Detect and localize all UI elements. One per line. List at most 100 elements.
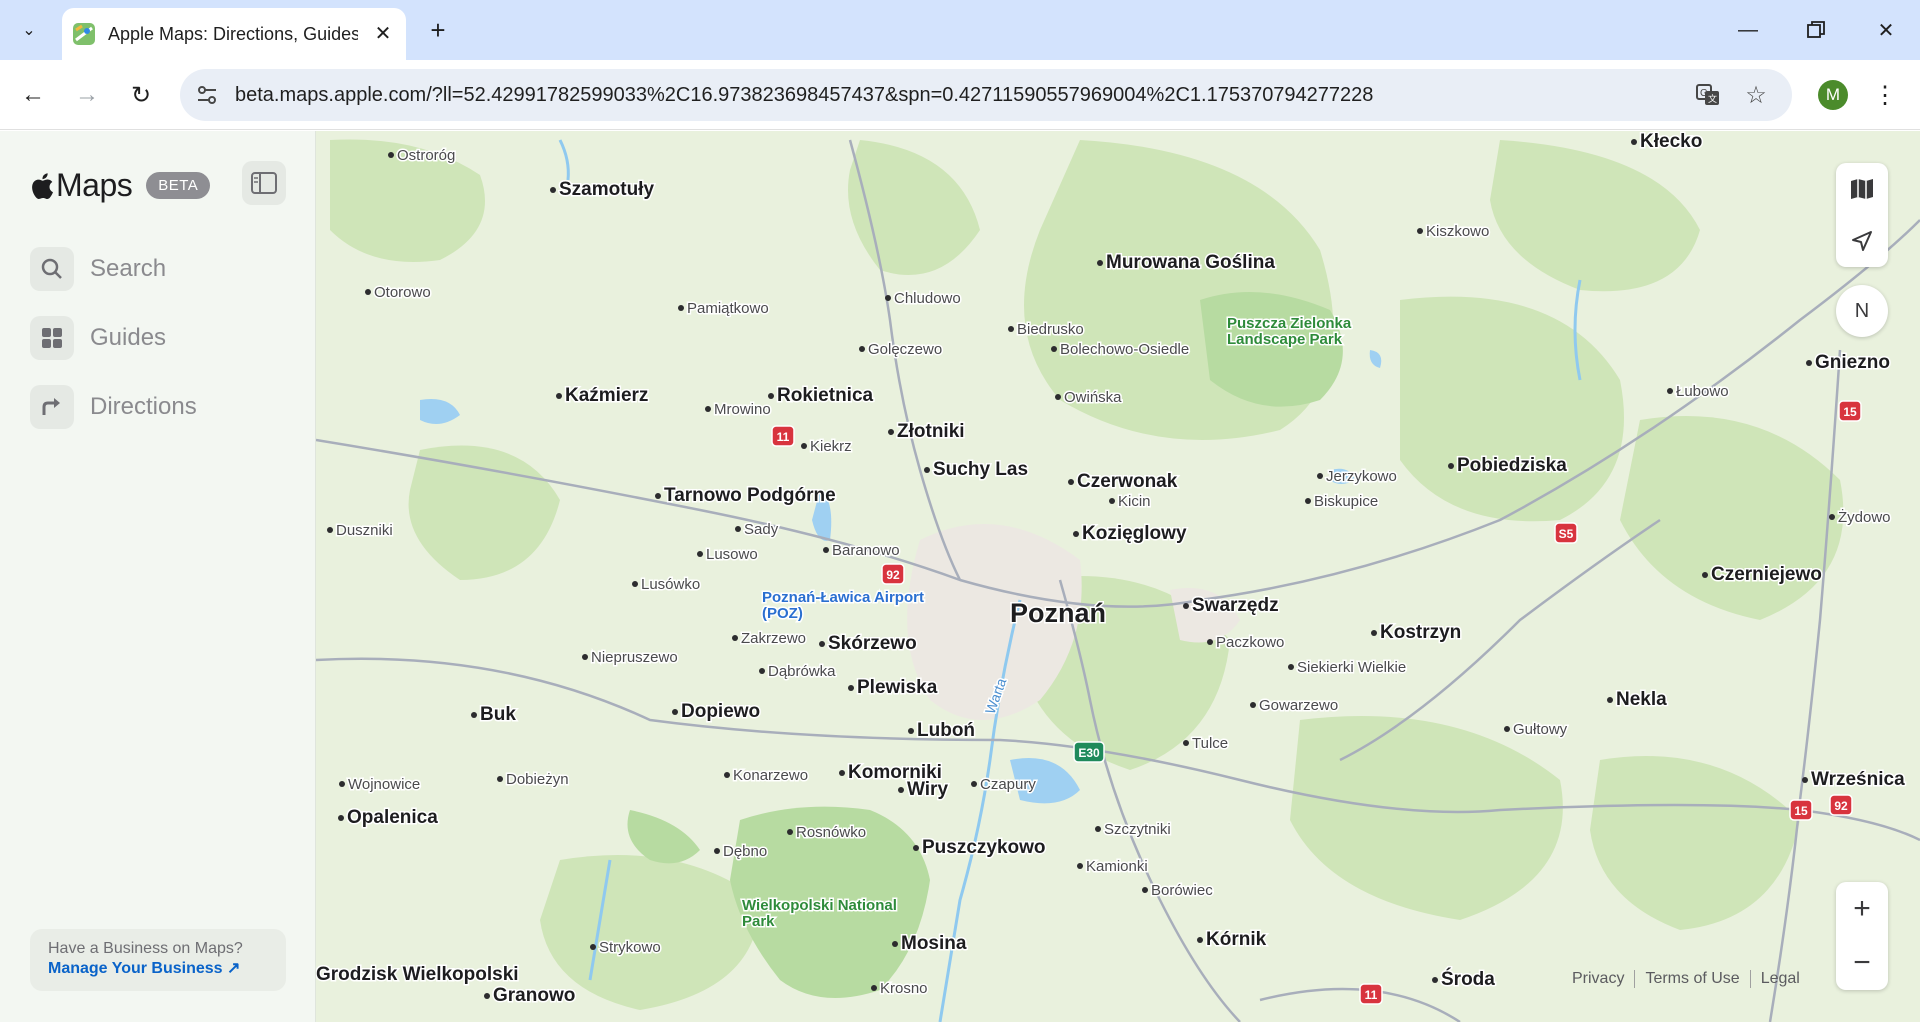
place-label[interactable]: Lusówko [632, 575, 702, 595]
place-label[interactable]: Łubowo [1667, 382, 1730, 402]
place-label[interactable]: Kamionki [1077, 857, 1149, 877]
place-label[interactable]: Dębno [714, 842, 769, 862]
sidebar-item-directions[interactable]: Directions [30, 383, 290, 431]
place-label[interactable]: Kostrzyn [1371, 621, 1463, 645]
place-label[interactable]: Rokietnica [768, 384, 875, 408]
close-tab-icon[interactable]: ✕ [370, 20, 396, 46]
place-label[interactable]: Szczytniki [1095, 820, 1172, 840]
place-label[interactable]: Pamiątkowo [678, 299, 770, 319]
restore-icon[interactable] [1796, 12, 1836, 48]
current-location-button[interactable] [1836, 215, 1888, 267]
compass-button[interactable]: N [1836, 285, 1888, 337]
place-label[interactable]: Skórzewo [819, 632, 918, 656]
map-mode-button[interactable] [1836, 163, 1888, 215]
place-label[interactable]: Kozięglowy [1073, 522, 1188, 546]
sidebar-item-search[interactable]: Search [30, 245, 290, 293]
place-label[interactable]: Puszczykowo [913, 836, 1047, 860]
place-label[interactable]: Nekla [1607, 688, 1669, 712]
place-label[interactable]: Suchy Las [924, 458, 1030, 482]
close-window-icon[interactable]: ✕ [1866, 12, 1906, 48]
place-label[interactable]: Dobieżyn [497, 770, 570, 790]
manage-business-link[interactable]: Manage Your Business ↗ [48, 959, 268, 979]
minimize-icon[interactable]: — [1728, 12, 1768, 48]
sidebar-toggle-button[interactable] [242, 161, 286, 205]
place-label[interactable]: Swarzędz [1183, 594, 1280, 618]
profile-avatar[interactable]: M [1818, 80, 1848, 110]
place-label[interactable]: Buk [471, 703, 518, 727]
place-label[interactable]: Kaźmierz [556, 384, 650, 408]
place-label[interactable]: Pobiedziska [1448, 454, 1569, 478]
place-label[interactable]: Bolechowo-Osiedle [1051, 340, 1191, 360]
browser-tab[interactable]: Apple Maps: Directions, Guides ✕ [62, 8, 406, 60]
place-label[interactable]: Puszcza ZielonkaLandscape Park [1226, 314, 1354, 350]
place-label[interactable]: Chludowo [885, 289, 962, 309]
place-label[interactable]: Siekierki Wielkie [1288, 658, 1408, 678]
place-label[interactable]: Czapury [971, 775, 1038, 795]
place-label[interactable]: Biskupice [1305, 492, 1380, 512]
place-label[interactable]: Jerzykowo [1317, 467, 1398, 487]
privacy-link[interactable]: Privacy [1562, 970, 1634, 988]
place-label[interactable]: Gowarzewo [1250, 696, 1340, 716]
place-label[interactable]: Wrześnica [1802, 768, 1907, 792]
map-canvas[interactable]: Ostroróg Szamotuły Otorowo Pamiątkowo Chludo… [316, 131, 1920, 1022]
translate-icon[interactable]: G文 [1694, 81, 1722, 109]
place-label[interactable]: Konarzewo [724, 766, 810, 786]
place-label[interactable]: Mosina [892, 932, 968, 956]
place-label[interactable]: Krosno [871, 979, 929, 999]
zoom-in-button[interactable]: + [1836, 882, 1888, 936]
place-label[interactable]: Poznań-Ławica Airport(POZ) [761, 588, 926, 624]
place-label[interactable]: Lusowo [697, 545, 759, 565]
sidebar-item-guides[interactable]: Guides [30, 314, 290, 362]
place-label[interactable]: Luboń [908, 719, 977, 743]
place-label[interactable]: Granowo [484, 984, 577, 1008]
place-label[interactable]: Kiekrz [801, 437, 853, 457]
terms-link[interactable]: Terms of Use [1634, 970, 1749, 988]
place-label[interactable]: Strykowo [590, 938, 662, 958]
place-label[interactable]: Paczkowo [1207, 633, 1286, 653]
map-svg[interactable]: Ostroróg Szamotuły Otorowo Pamiątkowo Chludo… [316, 131, 1920, 1022]
back-icon[interactable]: ← [14, 76, 52, 114]
tab-search-icon[interactable]: ⌄ [14, 15, 44, 45]
place-label[interactable]: Kiszkowo [1417, 222, 1491, 242]
address-bar[interactable]: beta.maps.apple.com/?ll=52.4299178259903… [180, 69, 1792, 121]
place-label[interactable]: Rosnówko [787, 823, 868, 843]
place-label[interactable]: Czerwonak [1068, 470, 1179, 494]
place-label[interactable]: Zakrzewo [732, 629, 808, 649]
place-label[interactable]: Niepruszewo [582, 648, 679, 668]
place-label[interactable]: Golęczewo [859, 340, 944, 360]
place-label[interactable]: Ostroróg [388, 146, 457, 166]
place-label[interactable]: Kórnik [1197, 928, 1268, 952]
bookmark-star-icon[interactable]: ☆ [1742, 81, 1770, 109]
business-promo-card[interactable]: Have a Business on Maps? Manage Your Bus… [30, 929, 286, 991]
place-label[interactable]: Dopiewo [672, 700, 762, 724]
place-label[interactable]: Opalenica [338, 806, 440, 830]
place-label[interactable]: Żydowo [1829, 507, 1892, 528]
place-label[interactable]: Kłecko [1631, 131, 1704, 154]
place-label[interactable]: Złotniki [888, 420, 966, 444]
place-label[interactable]: Sady [735, 520, 780, 540]
place-label[interactable]: Środa [1432, 967, 1497, 992]
maps-logo[interactable]: Maps BETA [30, 167, 211, 204]
place-label[interactable]: Baranowo [823, 541, 901, 561]
place-label[interactable]: Borówiec [1142, 881, 1215, 901]
place-label[interactable]: Gniezno [1806, 351, 1891, 375]
place-label[interactable]: Grodzisk Wielkopolski [316, 963, 520, 987]
new-tab-icon[interactable]: + [422, 14, 454, 46]
browser-menu-icon[interactable]: ⋮ [1870, 78, 1900, 112]
legal-link[interactable]: Legal [1749, 970, 1810, 988]
place-label[interactable]: Czerniejewo [1702, 563, 1823, 587]
place-label[interactable]: Kicin [1109, 492, 1152, 512]
place-label[interactable]: Szamotuły [550, 178, 656, 202]
place-label[interactable]: Mrowino [705, 400, 772, 420]
place-label[interactable]: Wojnowice [339, 775, 422, 795]
site-info-icon[interactable] [194, 82, 220, 108]
place-label[interactable]: Gułtowy [1504, 720, 1569, 740]
zoom-out-button[interactable]: − [1836, 936, 1888, 990]
place-label[interactable]: Murowana Goślina [1097, 251, 1277, 275]
place-label[interactable]: Owińska [1055, 388, 1124, 408]
place-label[interactable]: Otorowo [365, 283, 432, 303]
place-label[interactable]: Duszniki [327, 521, 394, 541]
place-label[interactable]: Plewiska [848, 676, 939, 700]
place-label[interactable]: Tulce [1183, 734, 1230, 754]
place-label[interactable]: Tarnowo Podgórne [655, 484, 837, 508]
